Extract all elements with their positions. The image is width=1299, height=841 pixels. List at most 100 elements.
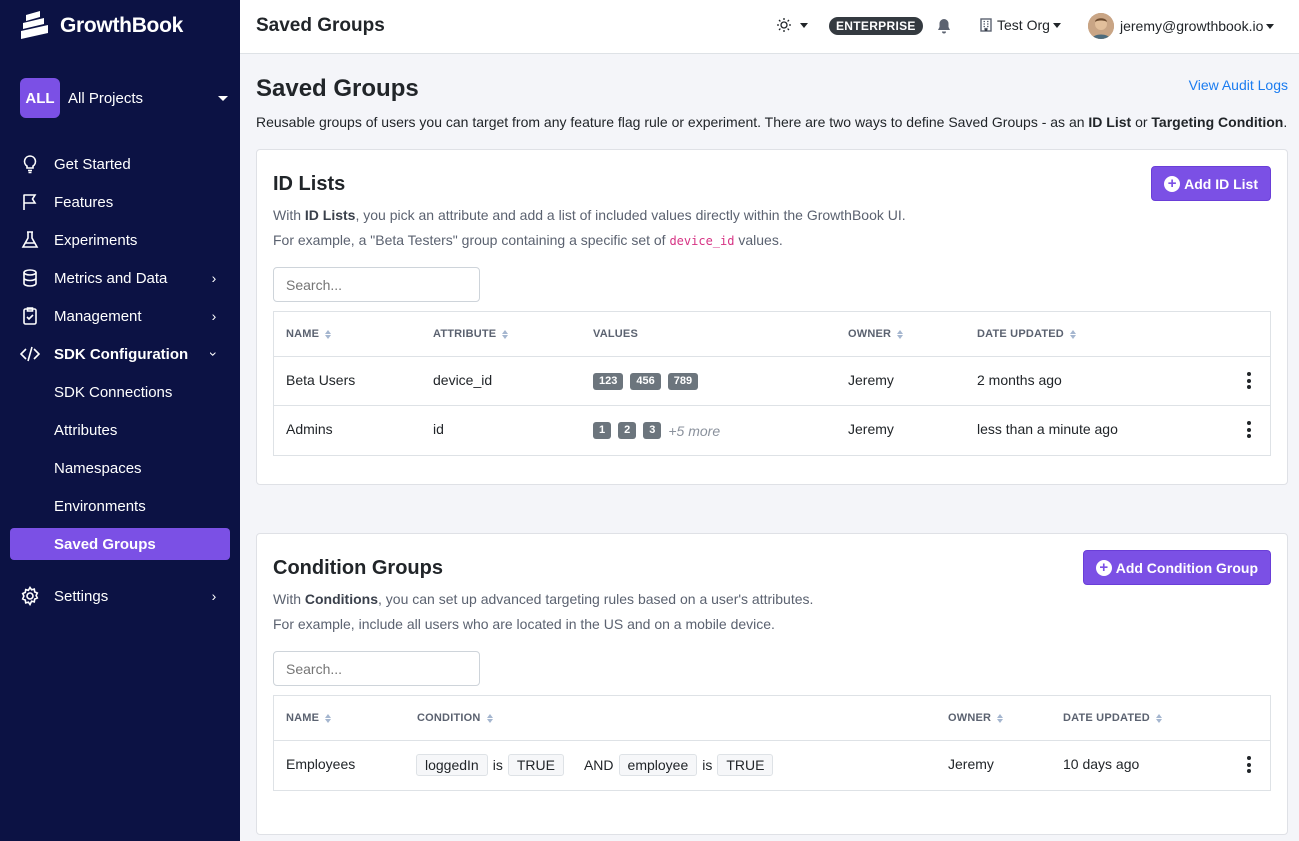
table-row[interactable]: Admins id 1 2 3 +5 more Jeremy less than… — [274, 406, 1270, 455]
add-id-list-button[interactable]: + Add ID List — [1151, 166, 1271, 201]
nav-item-metrics[interactable]: Metrics and Data › — [10, 262, 230, 294]
nav-item-sdk-connections[interactable]: SDK Connections — [10, 376, 230, 408]
chevron-down-icon: › — [206, 351, 222, 357]
topbar: Saved Groups ENTERPRISE Test Org jeremy@… — [240, 0, 1299, 54]
row-owner: Jeremy — [948, 756, 994, 772]
sidebar: GrowthBook ALL All Projects Get Started … — [0, 0, 240, 841]
row-name: Employees — [286, 756, 356, 772]
col-name[interactable]: NAME — [286, 712, 332, 724]
col-date-updated[interactable]: DATE UPDATED — [1063, 712, 1162, 724]
table-row[interactable]: Employees loggedIn is TRUE AND employee … — [274, 741, 1270, 790]
nav-label: SDK Configuration — [54, 345, 189, 363]
add-condition-group-label: Add Condition Group — [1115, 559, 1258, 576]
id-lists-title: ID Lists — [273, 173, 346, 195]
growthbook-logo-icon — [21, 11, 48, 39]
nav-item-management[interactable]: Management › — [10, 300, 230, 332]
condition-attribute: employee — [618, 754, 698, 776]
id-lists-search-input[interactable] — [273, 267, 480, 302]
sort-icon — [325, 329, 332, 339]
page-description: Reusable groups of users you can target … — [256, 114, 1288, 130]
theme-toggle[interactable] — [776, 17, 808, 33]
table-header: NAME ATTRIBUTE VALUES OWNER DATE UPDATED — [274, 312, 1270, 357]
nav-item-attributes[interactable]: Attributes — [10, 414, 230, 446]
col-condition[interactable]: CONDITION — [417, 712, 493, 724]
row-owner: Jeremy — [848, 421, 894, 437]
row-values: 1 2 3 +5 more — [593, 422, 720, 439]
sort-icon — [1155, 713, 1162, 723]
plan-badge: ENTERPRISE — [829, 17, 923, 35]
value-badge: 1 — [593, 422, 612, 439]
database-icon — [18, 266, 42, 290]
gear-icon — [18, 584, 42, 608]
nav-item-features[interactable]: Features — [10, 186, 230, 218]
clipboard-check-icon — [18, 304, 42, 328]
view-audit-logs-link[interactable]: View Audit Logs — [1189, 77, 1288, 93]
row-date: 10 days ago — [1063, 756, 1140, 772]
nav-item-settings[interactable]: Settings › — [10, 580, 230, 612]
bell-icon[interactable] — [937, 18, 951, 39]
col-owner[interactable]: OWNER — [848, 328, 904, 340]
user-email: jeremy@growthbook.io — [1120, 18, 1264, 34]
user-menu[interactable]: jeremy@growthbook.io — [1088, 13, 1275, 39]
nav-item-namespaces[interactable]: Namespaces — [10, 452, 230, 484]
growthbook-logo[interactable]: GrowthBook — [20, 10, 183, 42]
chevron-right-icon: › — [211, 588, 217, 604]
add-condition-group-button[interactable]: + Add Condition Group — [1082, 550, 1271, 585]
chevron-down-icon — [800, 22, 808, 28]
more-actions-icon[interactable] — [1246, 421, 1252, 441]
nav-item-get-started[interactable]: Get Started — [10, 148, 230, 180]
condition-joiner: AND — [583, 757, 614, 773]
nav-label: Experiments — [54, 231, 138, 249]
nav-item-environments[interactable]: Environments — [10, 490, 230, 522]
nav-item-sdk-configuration[interactable]: SDK Configuration › — [10, 338, 230, 370]
condition-value: TRUE — [507, 754, 564, 776]
condition-groups-table: NAME CONDITION OWNER DATE UPDATED Employ… — [273, 695, 1271, 791]
value-badge: 123 — [593, 373, 624, 390]
chevron-right-icon: › — [211, 308, 217, 324]
col-attribute[interactable]: ATTRIBUTE — [433, 328, 509, 340]
sort-icon — [486, 713, 493, 723]
more-actions-icon[interactable] — [1246, 372, 1252, 392]
row-name: Admins — [286, 421, 333, 437]
table-row[interactable]: Beta Users device_id 123 456 789 Jeremy … — [274, 357, 1270, 406]
condition-operator: is — [702, 757, 713, 773]
condition-groups-search-input[interactable] — [273, 651, 480, 686]
row-date: less than a minute ago — [977, 421, 1118, 437]
nav-item-experiments[interactable]: Experiments — [10, 224, 230, 256]
row-attribute: device_id — [433, 372, 493, 388]
col-date-updated[interactable]: DATE UPDATED — [977, 328, 1076, 340]
condition-operator: is — [492, 757, 503, 773]
sort-icon — [897, 329, 904, 339]
project-selector[interactable]: ALL All Projects — [20, 78, 230, 118]
sort-icon — [1069, 329, 1076, 339]
col-name[interactable]: NAME — [286, 328, 332, 340]
row-owner: Jeremy — [848, 372, 894, 388]
sort-icon — [325, 713, 332, 723]
lightbulb-icon — [18, 152, 42, 176]
value-badge: 2 — [618, 422, 637, 439]
condition-groups-desc-2: For example, include all users who are l… — [273, 616, 775, 632]
value-badge: 789 — [667, 373, 699, 390]
building-icon — [980, 18, 992, 32]
id-lists-desc-1: With ID Lists, you pick an attribute and… — [273, 207, 906, 223]
condition-groups-title: Condition Groups — [273, 557, 443, 579]
row-attribute: id — [433, 421, 444, 437]
project-badge: ALL — [20, 78, 60, 118]
page-title: Saved Groups — [256, 75, 419, 102]
id-lists-table: NAME ATTRIBUTE VALUES OWNER DATE UPDATED… — [273, 311, 1271, 456]
id-lists-card: ID Lists + Add ID List With ID Lists, yo… — [256, 149, 1288, 485]
nav-item-saved-groups[interactable]: Saved Groups — [10, 528, 230, 560]
row-condition: loggedIn is TRUE AND employee is TRUE — [416, 754, 774, 776]
sun-icon — [777, 18, 791, 32]
row-date: 2 months ago — [977, 372, 1062, 388]
org-selector[interactable]: Test Org — [980, 17, 1061, 33]
nav-label: Features — [54, 193, 114, 211]
org-name: Test Org — [997, 17, 1050, 33]
topbar-title: Saved Groups — [256, 15, 385, 36]
add-id-list-label: Add ID List — [1184, 175, 1258, 192]
more-actions-icon[interactable] — [1246, 756, 1252, 776]
flask-icon — [18, 228, 42, 252]
col-owner[interactable]: OWNER — [948, 712, 1004, 724]
value-badge: 3 — [643, 422, 662, 439]
avatar — [1088, 13, 1114, 39]
